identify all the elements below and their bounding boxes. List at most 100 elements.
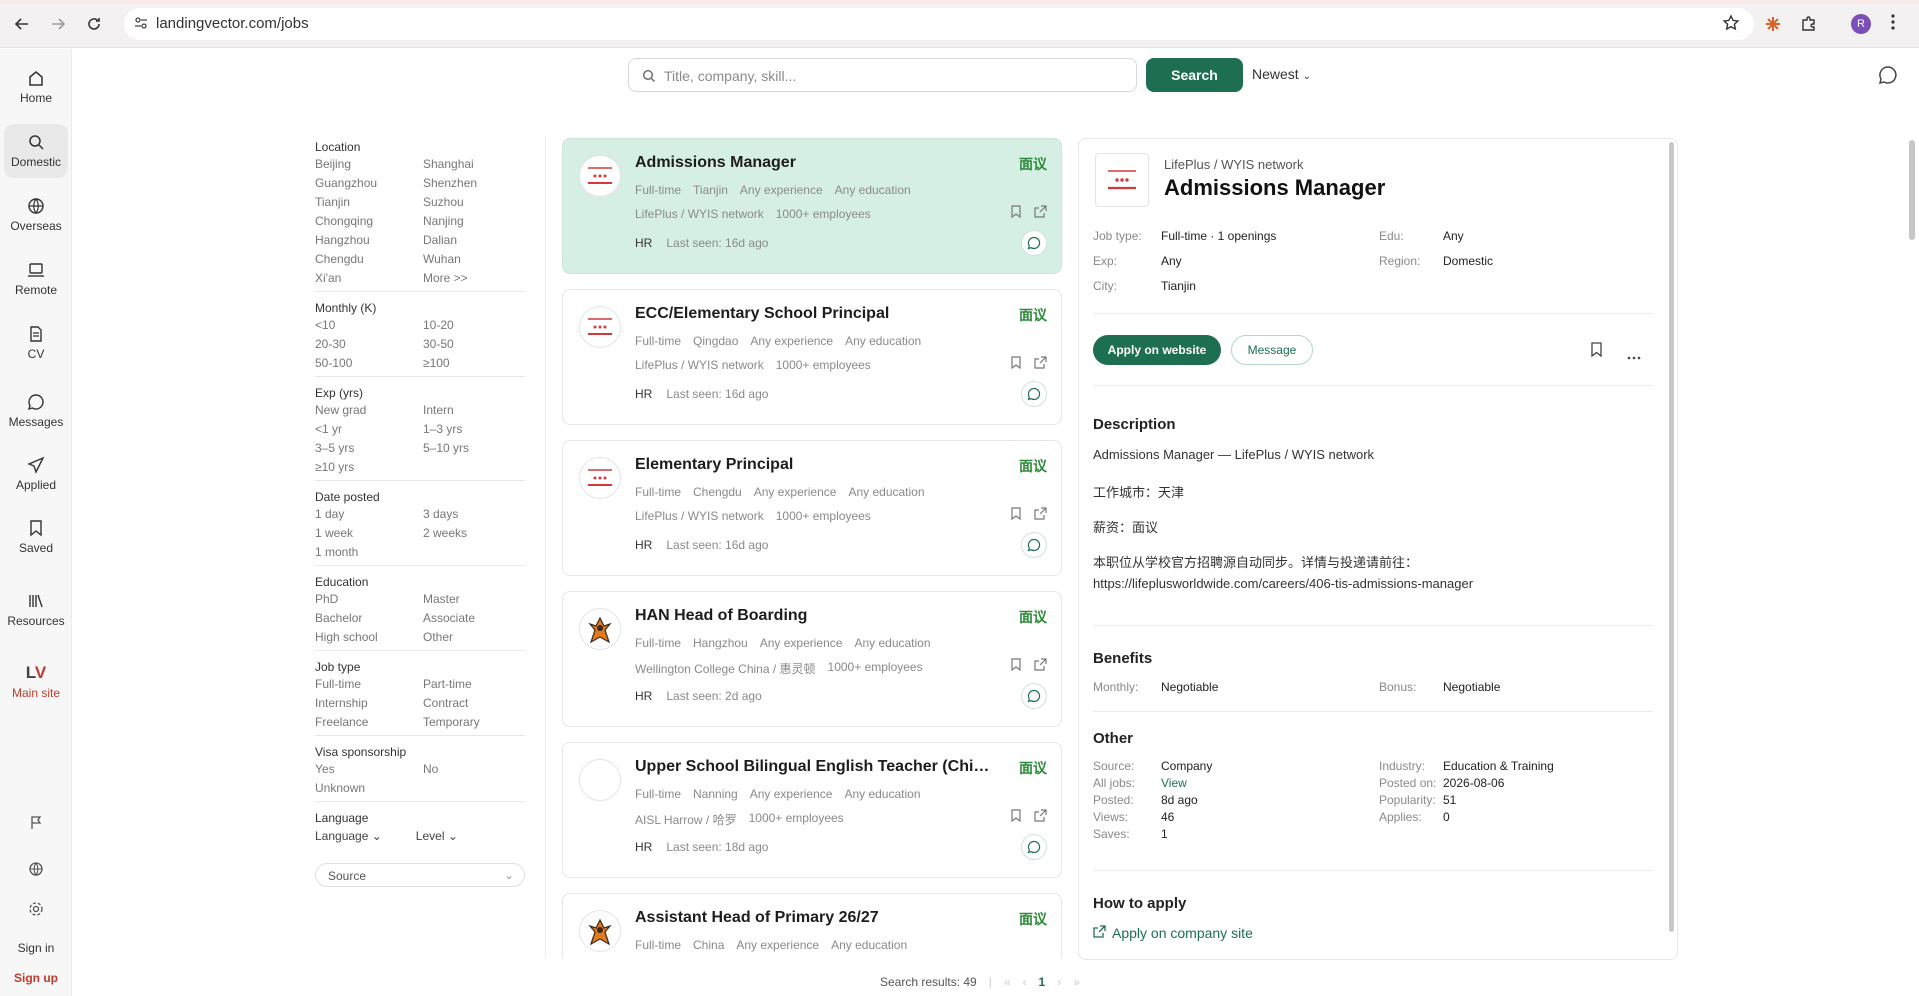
- back-icon[interactable]: [10, 12, 34, 36]
- chat-hr-button[interactable]: [1021, 381, 1047, 407]
- sidebar-item-saved[interactable]: Saved: [4, 510, 68, 564]
- chat-hr-button[interactable]: [1021, 532, 1047, 558]
- language-globe-icon[interactable]: [0, 861, 72, 880]
- description-url[interactable]: https://lifeplusworldwide.com/careers/40…: [1093, 576, 1473, 591]
- bookmark-icon[interactable]: [1010, 205, 1022, 223]
- job-title[interactable]: Assistant Head of Primary 26/27: [635, 909, 995, 927]
- filter-option[interactable]: <1 yr: [315, 422, 423, 436]
- view-all-jobs-link[interactable]: View: [1161, 776, 1187, 790]
- job-card[interactable]: Upper School Bilingual English Teacher (…: [562, 742, 1062, 878]
- detail-scrollbar[interactable]: [1669, 142, 1674, 932]
- forward-icon[interactable]: [46, 12, 70, 36]
- more-options-icon[interactable]: [1627, 347, 1641, 365]
- sidebar-item-resources[interactable]: Resources: [4, 583, 68, 637]
- filter-option[interactable]: Internship: [315, 696, 423, 710]
- filter-option[interactable]: 30-50: [423, 337, 525, 351]
- filter-option[interactable]: Suzhou: [423, 195, 525, 209]
- filter-option[interactable]: Chengdu: [315, 252, 423, 266]
- settings-gear-icon[interactable]: [0, 901, 72, 920]
- job-card[interactable]: HAN Head of Boarding 面议 Full-time Hangzho…: [562, 591, 1062, 727]
- extensions-puzzle-icon[interactable]: [1797, 12, 1821, 36]
- filter-option[interactable]: Freelance: [315, 715, 423, 729]
- browser-menu-icon[interactable]: [1890, 12, 1896, 37]
- job-card[interactable]: ECC/Elementary School Principal 面议 Full-…: [562, 289, 1062, 425]
- filter-option[interactable]: High school: [315, 630, 423, 644]
- last-page-button[interactable]: »: [1073, 975, 1080, 989]
- sort-dropdown[interactable]: Newest ⌄: [1252, 66, 1311, 82]
- next-page-button[interactable]: ›: [1057, 975, 1061, 989]
- sidebar-item-applied[interactable]: Applied: [4, 447, 68, 501]
- filter-option[interactable]: Beijing: [315, 157, 423, 171]
- sidebar-item-cv[interactable]: CV: [4, 316, 68, 370]
- prev-page-button[interactable]: ‹: [1023, 975, 1027, 989]
- first-page-button[interactable]: «: [1004, 975, 1011, 989]
- search-button[interactable]: Search: [1146, 58, 1243, 92]
- site-info-icon[interactable]: [134, 16, 148, 35]
- message-button[interactable]: Message: [1231, 335, 1313, 365]
- filter-option[interactable]: No: [423, 762, 525, 776]
- filter-option[interactable]: 3–5 yrs: [315, 441, 423, 455]
- filter-option[interactable]: Bachelor: [315, 611, 423, 625]
- job-card[interactable]: Assistant Head of Primary 26/27 面议 Full-…: [562, 893, 1062, 958]
- filter-option[interactable]: Unknown: [315, 781, 423, 795]
- chat-hr-button[interactable]: [1021, 834, 1047, 860]
- filter-option[interactable]: Full-time: [315, 677, 423, 691]
- filter-option[interactable]: 1–3 yrs: [423, 422, 525, 436]
- filter-option[interactable]: ≥10 yrs: [315, 460, 423, 474]
- filter-option[interactable]: Guangzhou: [315, 176, 423, 190]
- bookmark-icon[interactable]: [1010, 356, 1022, 374]
- sidebar-item-remote[interactable]: Remote: [4, 252, 68, 306]
- bookmark-star-icon[interactable]: [1722, 14, 1740, 37]
- chat-icon[interactable]: [1878, 65, 1898, 90]
- page-number[interactable]: 1: [1039, 975, 1046, 989]
- feedback-flag-icon[interactable]: [0, 815, 72, 834]
- extension-sparkle-icon[interactable]: [1761, 12, 1785, 36]
- filter-option[interactable]: Nanjing: [423, 214, 525, 228]
- external-link-icon[interactable]: [1034, 507, 1047, 525]
- filter-option[interactable]: ≥100: [423, 356, 525, 370]
- filter-option[interactable]: Tianjin: [315, 195, 423, 209]
- page-scrollbar[interactable]: [1909, 140, 1915, 240]
- address-bar[interactable]: landingvector.com/jobs: [124, 8, 1754, 40]
- sidebar-item-main-site[interactable]: LV Main site: [4, 654, 68, 708]
- filter-option[interactable]: 5–10 yrs: [423, 441, 525, 455]
- filter-option[interactable]: 1 month: [315, 545, 423, 559]
- job-title[interactable]: ECC/Elementary School Principal: [635, 305, 995, 323]
- job-title[interactable]: HAN Head of Boarding: [635, 607, 995, 625]
- filter-option[interactable]: Hangzhou: [315, 233, 423, 247]
- detail-company[interactable]: LifePlus / WYIS network: [1164, 157, 1303, 172]
- job-card[interactable]: Admissions Manager 面议 Full-time Tianjin An…: [562, 138, 1062, 274]
- sidebar-item-overseas[interactable]: Overseas: [4, 188, 68, 242]
- filter-option[interactable]: 50-100: [315, 356, 423, 370]
- profile-avatar[interactable]: R: [1851, 14, 1871, 34]
- filter-option[interactable]: 1 week: [315, 526, 423, 540]
- job-title[interactable]: Upper School Bilingual English Teacher (…: [635, 758, 995, 776]
- filter-option[interactable]: 20-30: [315, 337, 423, 351]
- external-link-icon[interactable]: [1034, 809, 1047, 827]
- job-title[interactable]: Elementary Principal: [635, 456, 995, 474]
- job-title[interactable]: Admissions Manager: [635, 154, 995, 172]
- search-input[interactable]: Title, company, skill...: [628, 58, 1137, 92]
- filter-option[interactable]: Wuhan: [423, 252, 525, 266]
- filter-option[interactable]: Xi'an: [315, 271, 423, 285]
- filter-option[interactable]: Chongqing: [315, 214, 423, 228]
- reload-icon[interactable]: [82, 12, 106, 36]
- filter-option[interactable]: 10-20: [423, 318, 525, 332]
- filter-option[interactable]: <10: [315, 318, 423, 332]
- chat-hr-button[interactable]: [1021, 230, 1047, 256]
- filter-option[interactable]: 1 day: [315, 507, 423, 521]
- filter-option[interactable]: Part-time: [423, 677, 525, 691]
- external-link-icon[interactable]: [1034, 356, 1047, 374]
- filter-option[interactable]: Dalian: [423, 233, 525, 247]
- source-select[interactable]: Source ⌄: [315, 863, 525, 887]
- sidebar-item-domestic[interactable]: Domestic: [4, 124, 68, 178]
- bookmark-icon[interactable]: [1590, 342, 1603, 362]
- chat-hr-button[interactable]: [1021, 683, 1047, 709]
- apply-on-company-site-link[interactable]: Apply on company site: [1093, 925, 1253, 941]
- filter-option[interactable]: 3 days: [423, 507, 525, 521]
- filter-option[interactable]: Master: [423, 592, 525, 606]
- bookmark-icon[interactable]: [1010, 507, 1022, 525]
- filter-option[interactable]: Yes: [315, 762, 423, 776]
- filter-option[interactable]: Shenzhen: [423, 176, 525, 190]
- bookmark-icon[interactable]: [1010, 809, 1022, 827]
